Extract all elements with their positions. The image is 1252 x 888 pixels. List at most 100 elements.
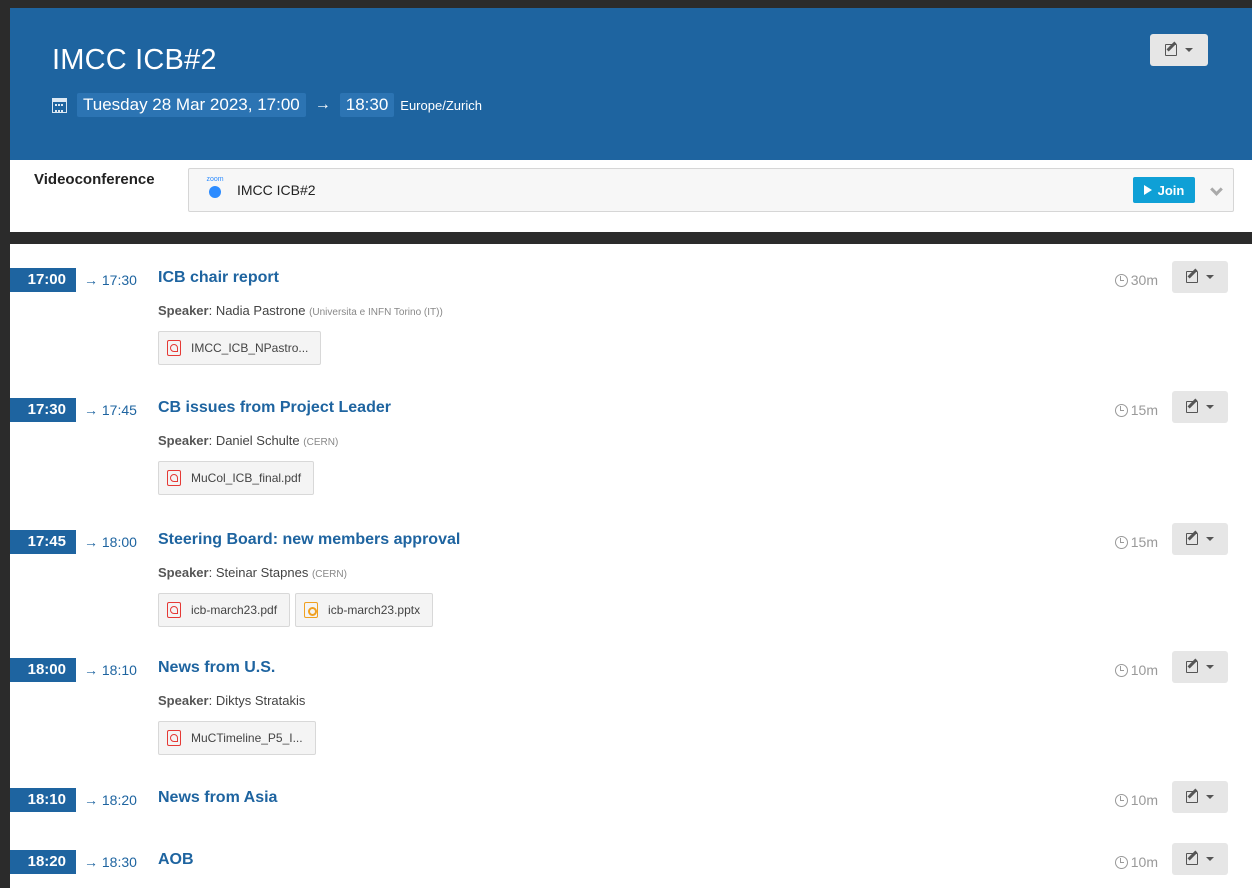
clock-icon: [1114, 855, 1128, 869]
entry-duration: 15m: [1114, 534, 1158, 550]
videoconference-room-name: IMCC ICB#2: [237, 182, 316, 198]
entry-title-link[interactable]: ICB chair report: [158, 269, 279, 287]
edit-icon: [1186, 533, 1198, 545]
attachments: icb-march23.pdf icb-march23.pptx: [158, 593, 434, 627]
attachment-link[interactable]: icb-march23.pptx: [295, 593, 434, 627]
attachment-link[interactable]: icb-march23.pdf: [158, 593, 291, 627]
speaker-name: : Daniel Schulte: [208, 433, 300, 448]
speaker-affiliation: (CERN): [311, 569, 347, 580]
edit-icon: [1186, 661, 1198, 673]
entry-end-time: → 18:30: [84, 854, 137, 870]
event-start-date: Tuesday 28 Mar 2023, 17:00: [77, 93, 306, 117]
entry-duration-value: 10m: [1130, 662, 1158, 678]
caret-down-icon: [1185, 48, 1193, 52]
entry-title-link[interactable]: CB issues from Project Leader: [158, 399, 391, 417]
calendar-icon: [52, 97, 67, 113]
edit-icon: [1186, 853, 1198, 865]
videoconference-room: zoom IMCC ICB#2 Join: [188, 168, 1234, 212]
caret-down-icon: [1206, 275, 1214, 279]
entry-speaker: Speaker: Nadia Pastrone (Universita e IN…: [158, 303, 443, 318]
entry-title-link[interactable]: News from Asia: [158, 789, 277, 807]
timetable: 17:00 → 17:30 ICB chair report Speaker: …: [10, 244, 1252, 888]
entry-duration: 15m: [1114, 402, 1158, 418]
clock-icon: [1114, 663, 1128, 677]
entry-start-time: 18:10: [10, 788, 76, 812]
entry-speaker: Speaker: Daniel Schulte (CERN): [158, 433, 338, 448]
entry-duration-value: 10m: [1130, 792, 1158, 808]
entry-start-time: 18:20: [10, 850, 76, 874]
clock-icon: [1114, 535, 1128, 549]
caret-down-icon: [1206, 665, 1214, 669]
attachment-name: MuCol_ICB_final.pdf: [191, 471, 302, 485]
entry-edit-button[interactable]: [1172, 843, 1228, 875]
entry-start-time: 17:00: [10, 268, 76, 292]
speaker-affiliation: (CERN): [303, 437, 339, 448]
join-button[interactable]: Join: [1133, 177, 1195, 203]
entry-duration: 30m: [1114, 272, 1158, 288]
event-title: IMCC ICB#2: [52, 44, 217, 76]
join-label: Join: [1157, 182, 1185, 198]
event-end-time: 18:30: [339, 93, 395, 117]
arrow-icon: →: [314, 96, 331, 113]
attachment-link[interactable]: MuCol_ICB_final.pdf: [158, 461, 315, 495]
entry-edit-button[interactable]: [1172, 391, 1228, 423]
attachments: IMCC_ICB_NPastro...: [158, 331, 322, 365]
attachment-link[interactable]: MuCTimeline_P5_I...: [158, 721, 316, 755]
attachment-name: IMCC_ICB_NPastro...: [191, 341, 309, 355]
play-icon: [1143, 185, 1152, 195]
entry-start-time: 18:00: [10, 658, 76, 682]
entry-title-link[interactable]: AOB: [158, 851, 194, 869]
entry-start-time: 17:45: [10, 530, 76, 554]
entry-start-time: 17:30: [10, 398, 76, 422]
entry-end-time: → 17:30: [84, 272, 137, 288]
speaker-name: : Diktys Stratakis: [208, 693, 306, 708]
entry-edit-button[interactable]: [1172, 781, 1228, 813]
speaker-label: Speaker: [158, 433, 209, 448]
entry-end-time: → 18:10: [84, 662, 137, 678]
chevron-down-icon[interactable]: [1210, 183, 1223, 196]
attachments: MuCTimeline_P5_I...: [158, 721, 316, 755]
entry-duration-value: 15m: [1130, 402, 1158, 418]
entry-edit-button[interactable]: [1172, 261, 1228, 293]
speaker-label: Speaker: [158, 303, 209, 318]
pdf-file-icon: [167, 470, 181, 486]
entry-end-time: → 18:20: [84, 792, 137, 808]
speaker-affiliation: (Universita e INFN Torino (IT)): [309, 307, 443, 318]
speaker-label: Speaker: [158, 565, 209, 580]
attachment-name: icb-march23.pdf: [191, 603, 278, 617]
clock-icon: [1114, 403, 1128, 417]
edit-icon: [1186, 791, 1198, 803]
entry-title-link[interactable]: News from U.S.: [158, 659, 275, 677]
event-edit-button[interactable]: [1150, 34, 1208, 66]
attachment-name: icb-march23.pptx: [328, 603, 421, 617]
event-date: Tuesday 28 Mar 2023, 17:00 → 18:30 Europ…: [52, 92, 482, 118]
entry-edit-button[interactable]: [1172, 523, 1228, 555]
caret-down-icon: [1206, 857, 1214, 861]
entry-duration-value: 15m: [1130, 534, 1158, 550]
speaker-name: : Nadia Pastrone: [208, 303, 306, 318]
entry-duration-value: 30m: [1130, 272, 1158, 288]
edit-icon: [1165, 44, 1177, 56]
edit-icon: [1186, 271, 1198, 283]
entry-end-time: → 17:45: [84, 402, 137, 418]
attachment-name: MuCTimeline_P5_I...: [191, 731, 303, 745]
entry-speaker: Speaker: Diktys Stratakis: [158, 693, 305, 708]
entry-edit-button[interactable]: [1172, 651, 1228, 683]
presentation-file-icon: [304, 602, 319, 618]
zoom-icon: zoom: [203, 175, 227, 203]
entry-title-link[interactable]: Steering Board: new members approval: [158, 531, 460, 549]
entry-end-time: → 18:00: [84, 534, 137, 550]
entry-speaker: Speaker: Steinar Stapnes (CERN): [158, 565, 347, 580]
entry-duration-value: 10m: [1130, 854, 1158, 870]
attachment-link[interactable]: IMCC_ICB_NPastro...: [158, 331, 322, 365]
pdf-file-icon: [167, 340, 181, 356]
speaker-label: Speaker: [158, 693, 209, 708]
event-timezone: Europe/Zurich: [400, 97, 482, 113]
caret-down-icon: [1206, 405, 1214, 409]
entry-duration: 10m: [1114, 662, 1158, 678]
pdf-file-icon: [167, 730, 181, 746]
entry-duration: 10m: [1114, 792, 1158, 808]
entry-duration: 10m: [1114, 854, 1158, 870]
clock-icon: [1114, 273, 1128, 287]
attachments: MuCol_ICB_final.pdf: [158, 461, 315, 495]
